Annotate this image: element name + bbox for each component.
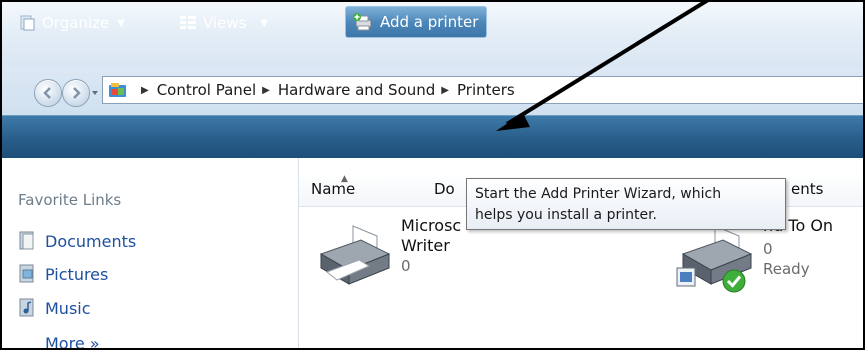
views-label: Views: [203, 14, 247, 32]
more-label: More »: [45, 334, 100, 350]
documents-label: Documents: [45, 231, 137, 251]
breadcrumb-separator-icon: ▶: [262, 84, 270, 96]
column-header-status[interactable]: ents: [791, 180, 823, 198]
back-arrow-icon: [43, 87, 51, 99]
views-button[interactable]: Views ▼: [179, 10, 268, 36]
organize-dropdown-icon: ▼: [117, 17, 125, 29]
printer-icon: [319, 225, 391, 285]
command-toolbar: [2, 115, 863, 159]
tooltip-line2: helps you install a printer.: [475, 207, 657, 223]
forward-arrow-icon: [73, 87, 81, 99]
printer-name-line1: Microsc: [401, 216, 462, 235]
printer-status: Ready: [763, 260, 810, 278]
favorite-link-documents[interactable]: Documents: [18, 231, 136, 251]
breadcrumb-separator-icon: ▶: [441, 84, 449, 96]
add-printer-icon: [353, 13, 372, 31]
explorer-window: ▶ Control Panel ▶ Hardware and Sound ▶ P…: [0, 0, 865, 350]
music-icon: [19, 298, 34, 317]
add-printer-button[interactable]: Add a printer: [345, 6, 488, 38]
views-icon: [180, 16, 196, 29]
column-header-documents[interactable]: Do: [434, 180, 455, 198]
control-panel-folder-icon: [107, 80, 129, 100]
breadcrumb-control-panel[interactable]: Control Panel: [157, 81, 256, 99]
breadcrumb-hardware-and-sound[interactable]: Hardware and Sound: [278, 81, 435, 99]
breadcrumb-separator-icon: ▶: [141, 84, 149, 96]
organize-icon: [20, 15, 35, 31]
add-printer-label: Add a printer: [380, 13, 479, 31]
views-dropdown-icon: ▼: [260, 17, 269, 29]
favorite-links-heading: Favorite Links: [18, 191, 122, 209]
music-label: Music: [45, 298, 91, 318]
address-bar[interactable]: ▶ Control Panel ▶ Hardware and Sound ▶ P…: [102, 76, 863, 104]
breadcrumb-printers[interactable]: Printers: [457, 81, 515, 99]
navigation-pane: Favorite Links Documents Pictures Music: [2, 158, 299, 348]
favorite-link-music[interactable]: Music: [18, 298, 91, 318]
favorite-link-more[interactable]: More »: [45, 334, 100, 350]
printer-document-count: 0: [763, 240, 773, 258]
documents-icon: [19, 231, 34, 250]
default-printer-check-icon: [722, 269, 746, 293]
add-printer-tooltip: Start the Add Printer Wizard, which help…: [466, 178, 786, 230]
tooltip-line1: Start the Add Printer Wizard, which: [475, 186, 722, 202]
organize-label: Organize: [42, 14, 110, 32]
back-button[interactable]: [34, 79, 62, 107]
organize-button[interactable]: Organize ▼: [18, 10, 125, 36]
printer-name-line2: Writer: [401, 236, 450, 255]
pictures-icon: [19, 264, 34, 283]
forward-button[interactable]: [62, 79, 90, 107]
printer-document-count: 0: [401, 257, 411, 275]
favorite-link-pictures[interactable]: Pictures: [18, 264, 108, 284]
column-header-name[interactable]: Name: [311, 180, 355, 198]
recent-pages-dropdown-icon[interactable]: [90, 88, 100, 98]
pictures-label: Pictures: [45, 264, 109, 284]
